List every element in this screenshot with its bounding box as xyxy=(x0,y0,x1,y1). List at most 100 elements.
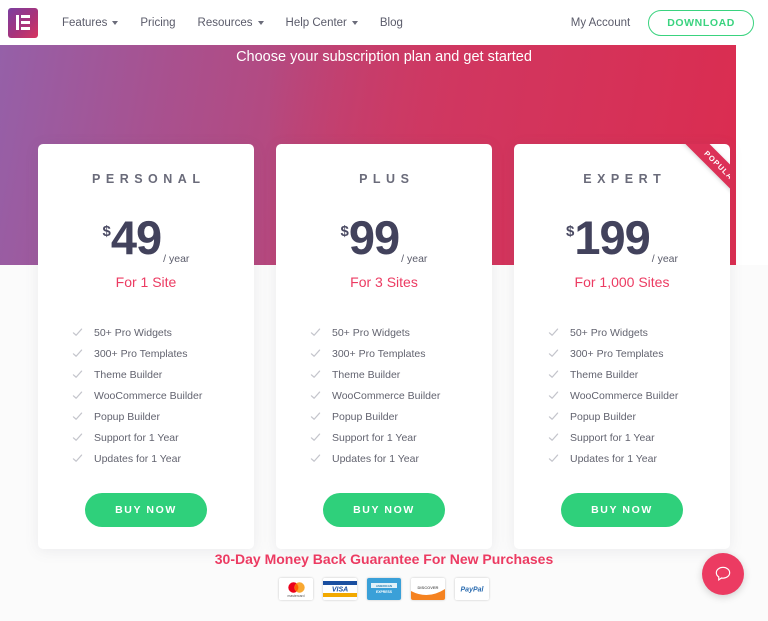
feature-item: Updates for 1 Year xyxy=(310,448,492,469)
feature-label: Popup Builder xyxy=(332,410,398,423)
feature-item: Theme Builder xyxy=(72,364,254,385)
page-title: Choose your subscription plan and get st… xyxy=(236,49,532,65)
pricing-cards: PERSONAL $49/ year For 1 Site 50+ Pro Widge… xyxy=(38,144,730,549)
feature-item: Popup Builder xyxy=(310,406,492,427)
feature-item: Support for 1 Year xyxy=(72,427,254,448)
svg-text:DISCOVER: DISCOVER xyxy=(418,585,439,590)
pricing-card-personal: PERSONAL $49/ year For 1 Site 50+ Pro Widge… xyxy=(38,144,254,549)
checkmark-icon xyxy=(310,328,321,336)
plan-price: $49/ year xyxy=(38,214,254,270)
pricing-card-expert: POPULAR EXPERT $199/ year For 1,000 Sites 50… xyxy=(514,144,730,549)
checkmark-icon xyxy=(548,370,559,378)
feature-item: 300+ Pro Templates xyxy=(310,343,492,364)
pricing-page: Features Pricing Resources Help Center B… xyxy=(0,0,768,621)
feature-label: Support for 1 Year xyxy=(332,431,417,444)
feature-item: WooCommerce Builder xyxy=(72,385,254,406)
feature-label: Updates for 1 Year xyxy=(332,452,419,465)
svg-text:VISA: VISA xyxy=(332,587,348,594)
nav-item-features[interactable]: Features xyxy=(62,17,119,29)
feature-label: Updates for 1 Year xyxy=(570,452,657,465)
plan-price: $199/ year xyxy=(514,214,730,270)
nav-label: Blog xyxy=(379,16,403,29)
feature-item: Support for 1 Year xyxy=(310,427,492,448)
feature-item: WooCommerce Builder xyxy=(310,385,492,406)
payment-methods: mastercard VISA AMERICAN EXPRESS DISCOVER Pay… xyxy=(0,578,768,600)
checkmark-icon xyxy=(310,412,321,420)
feature-item: 300+ Pro Templates xyxy=(548,343,730,364)
checkmark-icon xyxy=(72,412,83,420)
checkmark-icon xyxy=(548,349,559,357)
feature-label: 50+ Pro Widgets xyxy=(94,326,172,339)
visa-icon: VISA xyxy=(323,578,357,600)
feature-item: Updates for 1 Year xyxy=(72,448,254,469)
download-button[interactable]: DOWNLOAD xyxy=(648,9,754,36)
plan-name: PLUS xyxy=(359,172,415,186)
price-period: / year xyxy=(163,253,190,265)
checkmark-icon xyxy=(548,328,559,336)
feature-list: 50+ Pro Widgets 300+ Pro Templates Theme B… xyxy=(514,322,730,469)
feature-label: Updates for 1 Year xyxy=(94,452,181,465)
plan-sites: For 1,000 Sites xyxy=(574,274,670,290)
plan-sites: For 1 Site xyxy=(115,274,177,290)
help-chat-button[interactable] xyxy=(702,553,744,595)
feature-item: 50+ Pro Widgets xyxy=(72,322,254,343)
currency-symbol: $ xyxy=(565,223,575,240)
nav-item-pricing[interactable]: Pricing xyxy=(140,17,175,29)
paypal-icon: PayPal xyxy=(455,578,489,600)
feature-item: 300+ Pro Templates xyxy=(72,343,254,364)
nav-label: Resources xyxy=(197,16,253,29)
chevron-down-icon xyxy=(257,20,264,25)
checkmark-icon xyxy=(310,433,321,441)
my-account-link[interactable]: My Account xyxy=(571,17,630,29)
checkmark-icon xyxy=(548,433,559,441)
hero-right-gutter xyxy=(736,45,768,265)
checkmark-icon xyxy=(72,328,83,336)
feature-label: 50+ Pro Widgets xyxy=(570,326,648,339)
popular-ribbon: POPULAR xyxy=(658,144,730,216)
popular-ribbon-label: POPULAR xyxy=(676,144,730,213)
feature-item: 50+ Pro Widgets xyxy=(548,322,730,343)
buy-now-button[interactable]: BUY NOW xyxy=(85,493,207,527)
plan-name: PERSONAL xyxy=(92,172,206,186)
elementor-logo[interactable] xyxy=(4,0,42,45)
checkmark-icon xyxy=(548,454,559,462)
currency-symbol: $ xyxy=(102,223,111,240)
feature-item: 50+ Pro Widgets xyxy=(310,322,492,343)
feature-label: Theme Builder xyxy=(332,368,401,381)
checkmark-icon xyxy=(72,391,83,399)
feature-label: Support for 1 Year xyxy=(94,431,179,444)
svg-text:EXPRESS: EXPRESS xyxy=(376,590,393,594)
buy-now-button[interactable]: BUY NOW xyxy=(323,493,445,527)
checkmark-icon xyxy=(548,391,559,399)
checkmark-icon xyxy=(310,391,321,399)
checkmark-icon xyxy=(310,370,321,378)
feature-label: Popup Builder xyxy=(570,410,636,423)
elementor-logo-icon xyxy=(8,7,38,38)
feature-item: Theme Builder xyxy=(548,364,730,385)
svg-text:PayPal: PayPal xyxy=(461,587,485,594)
nav-item-help-center[interactable]: Help Center xyxy=(286,17,358,29)
plan-price: $99/ year xyxy=(276,214,492,270)
discover-icon: DISCOVER xyxy=(411,578,445,600)
chat-bubble-icon xyxy=(715,566,731,581)
main-nav: Features Pricing Resources Help Center B… xyxy=(62,17,403,29)
checkmark-icon xyxy=(548,412,559,420)
pricing-card-plus: PLUS $99/ year For 3 Sites 50+ Pro Widgets 3… xyxy=(276,144,492,549)
feature-label: 300+ Pro Templates xyxy=(570,347,664,360)
nav-item-resources[interactable]: Resources xyxy=(198,17,264,29)
nav-item-blog[interactable]: Blog xyxy=(380,17,403,29)
feature-label: WooCommerce Builder xyxy=(94,389,203,402)
feature-label: 300+ Pro Templates xyxy=(332,347,426,360)
checkmark-icon xyxy=(72,349,83,357)
currency-symbol: $ xyxy=(340,223,349,240)
feature-label: 300+ Pro Templates xyxy=(94,347,188,360)
feature-label: Theme Builder xyxy=(570,368,639,381)
feature-list: 50+ Pro Widgets 300+ Pro Templates Theme B… xyxy=(276,322,492,469)
feature-label: WooCommerce Builder xyxy=(570,389,679,402)
nav-label: Help Center xyxy=(285,16,347,29)
price-amount: 99 xyxy=(348,211,400,264)
buy-now-button[interactable]: BUY NOW xyxy=(561,493,683,527)
money-back-guarantee: 30-Day Money Back Guarantee For New Purc… xyxy=(214,551,554,567)
feature-item: Support for 1 Year xyxy=(548,427,730,448)
checkmark-icon xyxy=(72,454,83,462)
